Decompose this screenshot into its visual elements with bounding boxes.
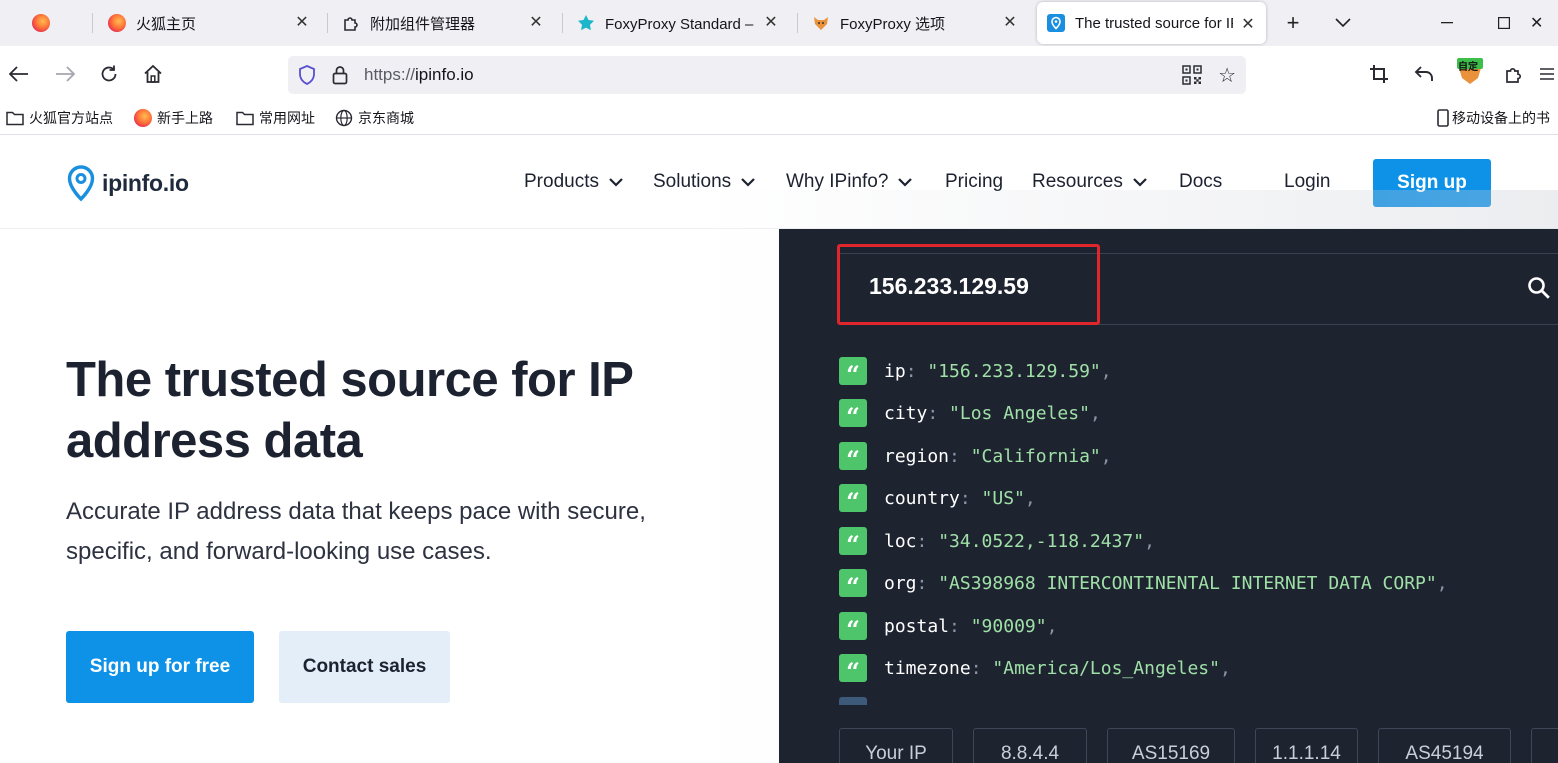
extensions-puzzle-icon[interactable] xyxy=(1499,59,1529,89)
undo-arrow-icon[interactable] xyxy=(1409,59,1439,89)
reload-icon[interactable] xyxy=(94,59,124,89)
tab-foxyproxy-standard[interactable]: FoxyProxy Standard – 「 ✕ xyxy=(577,0,789,46)
chevron-down-icon xyxy=(609,177,623,187)
tab-foxyproxy-options[interactable]: FoxyProxy 选项 ✕ xyxy=(812,0,1028,46)
tab-label: FoxyProxy Standard – 「 xyxy=(605,15,765,33)
bookmark-firefox-official[interactable]: 火狐官方站点 xyxy=(6,108,113,128)
ip-lookup-panel: 156.233.129.59 “ ip: "156.233.129.59", “… xyxy=(779,229,1558,763)
forward-arrow-icon[interactable] xyxy=(50,59,80,89)
chip-as45194[interactable]: AS45194 xyxy=(1378,728,1511,763)
logo-text: ipinfo.io xyxy=(102,169,189,196)
lock-icon[interactable] xyxy=(332,65,348,90)
url-bar[interactable]: https://ipinfo.io ☆ xyxy=(288,56,1246,94)
close-window-icon[interactable]: ✕ xyxy=(1530,0,1558,46)
minimize-icon[interactable] xyxy=(1424,0,1470,46)
quote-icon-partial xyxy=(839,697,867,705)
close-icon[interactable]: ✕ xyxy=(292,13,312,33)
tracking-shield-icon[interactable] xyxy=(298,65,316,90)
puzzle-icon xyxy=(342,14,360,32)
tab-firefox-home[interactable]: 火狐主页 ✕ xyxy=(108,0,320,46)
chip-your-ip[interactable]: Your IP xyxy=(839,728,953,763)
firefox-icon xyxy=(108,14,126,32)
location-pin-icon xyxy=(67,165,95,202)
url-text: https://ipinfo.io xyxy=(364,65,474,84)
extension-badge: 自定 xyxy=(1458,62,1478,73)
red-highlight-box xyxy=(837,244,1100,325)
foxyproxy-extension-icon[interactable]: 自定 xyxy=(1455,56,1485,86)
tab-list-chevron-icon[interactable] xyxy=(1320,0,1366,46)
close-icon[interactable]: ✕ xyxy=(761,13,781,33)
globe-icon xyxy=(335,109,353,127)
json-row-region: “ region: "California", xyxy=(839,441,1112,474)
json-row-ip: “ ip: "156.233.129.59", xyxy=(839,356,1112,389)
bookmarks-toolbar: 火狐官方站点 新手上路 常用网址 京东商城 移动设备上的书 xyxy=(0,102,1558,135)
search-icon[interactable] xyxy=(1527,276,1551,305)
quote-icon: “ xyxy=(839,357,867,389)
json-row-city: “ city: "Los Angeles", xyxy=(839,398,1101,431)
folder-icon xyxy=(6,110,24,126)
bookmark-star-icon[interactable]: ☆ xyxy=(1218,63,1236,88)
json-row-postal: “ postal: "90009", xyxy=(839,611,1057,644)
quote-icon: “ xyxy=(839,654,867,686)
quote-icon: “ xyxy=(839,569,867,601)
close-icon[interactable]: ✕ xyxy=(526,13,546,33)
chip-1-1-1-14[interactable]: 1.1.1.14 xyxy=(1255,728,1358,763)
bookmark-jd-mall[interactable]: 京东商城 xyxy=(335,108,414,128)
tab-ipinfo-active[interactable]: The trusted source for IP ✕ xyxy=(1037,2,1266,44)
tab-strip: 火狐主页 ✕ 附加组件管理器 ✕ FoxyProxy Standard – 「 … xyxy=(0,0,1558,46)
close-icon[interactable]: ✕ xyxy=(1238,15,1258,35)
ipinfo-icon xyxy=(1047,14,1065,32)
chip-8-8-4-4[interactable]: 8.8.4.4 xyxy=(973,728,1087,763)
screenshot-crop-icon[interactable] xyxy=(1364,59,1394,89)
json-row-country: “ country: "US", xyxy=(839,483,1036,516)
quote-icon: “ xyxy=(839,612,867,644)
quote-icon: “ xyxy=(839,442,867,474)
quote-icon: “ xyxy=(839,399,867,431)
chip-more[interactable] xyxy=(1531,728,1558,763)
qr-code-icon[interactable] xyxy=(1182,65,1202,90)
bookmark-mobile[interactable]: 移动设备上的书 xyxy=(1436,108,1550,128)
chevron-down-icon xyxy=(898,177,913,187)
json-row-timezone: “ timezone: "America/Los_Angeles", xyxy=(839,653,1231,686)
maximize-icon[interactable] xyxy=(1481,0,1527,46)
quote-icon: “ xyxy=(839,484,867,516)
nav-products[interactable]: Products xyxy=(524,171,623,193)
hero-title: The trusted source for IP address data xyxy=(66,353,633,468)
tab-addons-manager[interactable]: 附加组件管理器 ✕ xyxy=(342,0,554,46)
close-icon[interactable]: ✕ xyxy=(1000,13,1020,33)
firefox-icon xyxy=(134,109,152,127)
hero-subtitle: Accurate IP address data that keeps pace… xyxy=(66,498,646,565)
menu-hamburger-icon[interactable] xyxy=(1540,59,1558,89)
home-icon[interactable] xyxy=(138,59,168,89)
chevron-down-icon xyxy=(1133,177,1147,187)
foxyproxy-icon xyxy=(577,14,595,32)
firefox-icon xyxy=(32,14,50,32)
json-row-loc: “ loc: "34.0522,-118.2437", xyxy=(839,526,1155,559)
foxyproxy-fox-icon xyxy=(812,14,830,32)
mobile-icon xyxy=(1436,109,1450,127)
new-tab-plus-icon[interactable]: + xyxy=(1270,0,1316,46)
signup-free-button[interactable]: Sign up for free xyxy=(66,631,254,703)
quote-icon: “ xyxy=(839,527,867,559)
ipinfo-logo[interactable]: ipinfo.io xyxy=(66,164,189,202)
tab-firefox-pinned[interactable] xyxy=(0,0,92,46)
chip-as15169[interactable]: AS15169 xyxy=(1107,728,1235,763)
navigation-toolbar: https://ipinfo.io ☆ 自定 xyxy=(0,46,1558,102)
back-arrow-icon[interactable] xyxy=(4,59,34,89)
tab-label: The trusted source for IP xyxy=(1075,14,1233,32)
json-row-org: “ org: "AS398968 INTERCONTINENTAL INTERN… xyxy=(839,568,1448,601)
bookmark-common-sites[interactable]: 常用网址 xyxy=(236,108,315,128)
contact-sales-button[interactable]: Contact sales xyxy=(279,631,450,703)
bookmark-getting-started[interactable]: 新手上路 xyxy=(134,108,213,128)
chevron-down-icon xyxy=(741,177,755,187)
folder-icon xyxy=(236,110,254,126)
